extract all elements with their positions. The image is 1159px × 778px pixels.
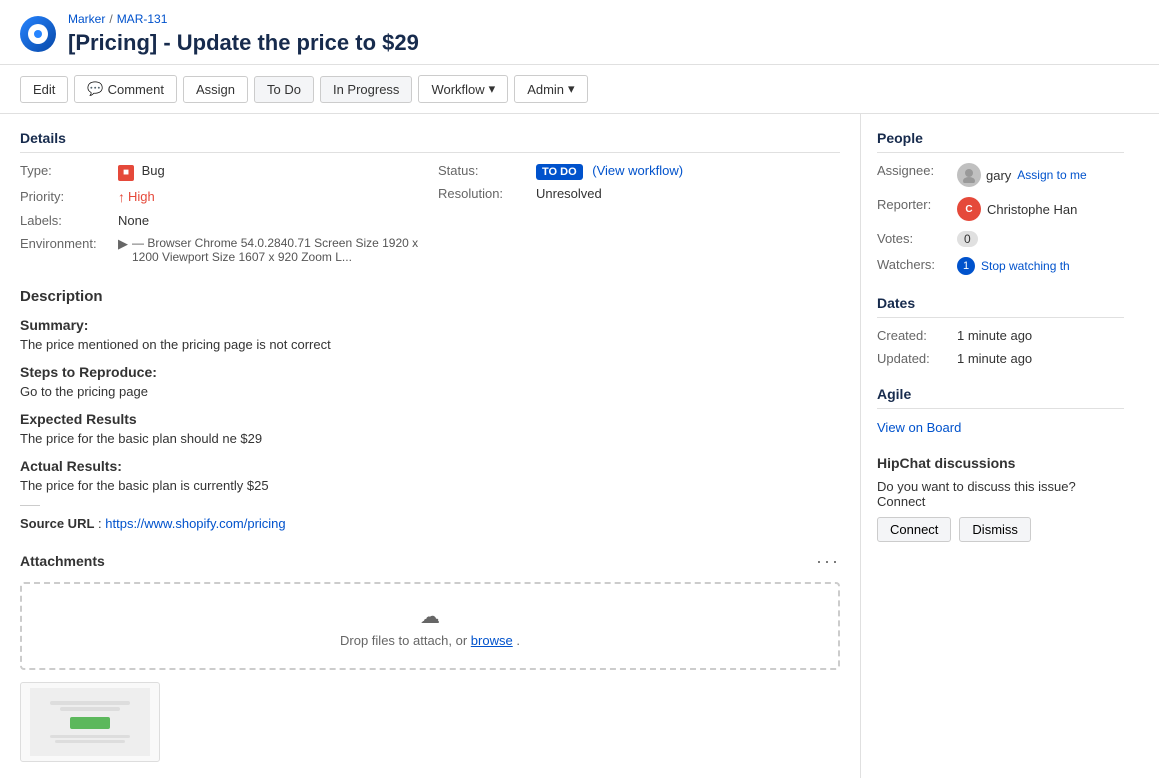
resolution-value: Unresolved: [536, 186, 602, 201]
edit-button[interactable]: Edit: [20, 76, 68, 103]
reporter-avatar: C: [957, 197, 981, 221]
hipchat-text: Do you want to discuss this issue? Conne…: [877, 479, 1124, 509]
details-section-title: Details: [20, 130, 840, 153]
view-on-board-link[interactable]: View on Board: [877, 420, 961, 435]
bug-icon: ■: [118, 165, 134, 181]
type-label: Type:: [20, 163, 110, 178]
votes-badge: 0: [957, 231, 978, 247]
type-value: ■ Bug: [118, 163, 165, 181]
reporter-label: Reporter:: [877, 197, 957, 212]
toolbar: Edit 💬 Comment Assign To Do In Progress …: [0, 65, 1159, 114]
created-value: 1 minute ago: [957, 328, 1032, 343]
expected-text: The price for the basic plan should ne $…: [20, 431, 840, 446]
comment-icon: 💬: [87, 81, 103, 97]
votes-value: 0: [957, 231, 978, 247]
updated-label: Updated:: [877, 351, 957, 366]
thumbnail-content: [26, 684, 154, 760]
steps-label: Steps to Reproduce:: [20, 364, 840, 380]
browse-link[interactable]: browse: [471, 633, 513, 648]
created-label: Created:: [877, 328, 957, 343]
admin-chevron-icon: ▾: [568, 81, 575, 97]
status-value: TO DO (View workflow): [536, 163, 683, 178]
source-url-row: Source URL : https://www.shopify.com/pri…: [20, 516, 840, 531]
source-url-label: Source URL: [20, 516, 94, 531]
dates-section-title: Dates: [877, 295, 1124, 318]
assignee-label: Assignee:: [877, 163, 957, 178]
assign-to-me-link[interactable]: Assign to me: [1017, 168, 1086, 182]
workflow-chevron-icon: ▾: [489, 81, 496, 97]
upload-icon: ☁: [42, 604, 818, 629]
priority-label: Priority:: [20, 189, 110, 204]
divider: [20, 505, 40, 506]
app-logo: [20, 16, 56, 52]
attachment-thumbnail: [20, 682, 160, 762]
agile-section-title: Agile: [877, 386, 1124, 409]
updated-value: 1 minute ago: [957, 351, 1032, 366]
attachments-more-button[interactable]: ···: [816, 551, 840, 572]
priority-arrow-icon: ↑: [118, 189, 125, 205]
breadcrumb-project[interactable]: Marker: [68, 12, 105, 26]
browse-suffix: .: [516, 633, 520, 648]
page-title: [Pricing] - Update the price to $29: [68, 30, 419, 56]
assign-button[interactable]: Assign: [183, 76, 248, 103]
status-badge: TO DO: [536, 164, 583, 180]
assignee-avatar: [957, 163, 981, 187]
environment-value: ▶ — Browser Chrome 54.0.2840.71 Screen S…: [118, 236, 422, 264]
in-progress-button[interactable]: In Progress: [320, 76, 412, 103]
priority-value: ↑ High: [118, 189, 155, 205]
dismiss-button[interactable]: Dismiss: [959, 517, 1031, 542]
status-label: Status:: [438, 163, 528, 178]
assignee-name: gary: [986, 168, 1011, 183]
description-section-title: Description: [20, 288, 840, 305]
actual-label: Actual Results:: [20, 458, 840, 474]
expected-label: Expected Results: [20, 411, 840, 427]
votes-label: Votes:: [877, 231, 957, 246]
people-section-title: People: [877, 130, 1124, 153]
source-url-link[interactable]: https://www.shopify.com/pricing: [105, 516, 285, 531]
drop-zone[interactable]: ☁ Drop files to attach, or browse .: [20, 582, 840, 670]
reporter-value: C Christophe Han: [957, 197, 1077, 221]
resolution-label: Resolution:: [438, 186, 528, 201]
breadcrumb-issue[interactable]: MAR-131: [117, 12, 168, 26]
connect-button[interactable]: Connect: [877, 517, 951, 542]
breadcrumb: Marker / MAR-131: [68, 12, 419, 26]
drop-text: Drop files to attach, or: [340, 633, 471, 648]
todo-button[interactable]: To Do: [254, 76, 314, 103]
labels-label: Labels:: [20, 213, 110, 228]
stop-watching-link[interactable]: Stop watching th: [981, 259, 1070, 273]
env-expand-icon[interactable]: ▶: [118, 236, 128, 252]
workflow-button[interactable]: Workflow ▾: [418, 75, 508, 103]
attachments-title: Attachments: [20, 553, 105, 569]
admin-button[interactable]: Admin ▾: [514, 75, 587, 103]
steps-text: Go to the pricing page: [20, 384, 840, 399]
hipchat-title: HipChat discussions: [877, 455, 1124, 471]
watchers-label: Watchers:: [877, 257, 957, 272]
view-workflow-link[interactable]: (View workflow): [592, 163, 683, 178]
environment-label: Environment:: [20, 236, 110, 251]
reporter-name: Christophe Han: [987, 202, 1077, 217]
labels-value: None: [118, 213, 149, 228]
comment-button[interactable]: 💬 Comment: [74, 75, 177, 103]
summary-label: Summary:: [20, 317, 840, 333]
watchers-badge: 1: [957, 257, 975, 275]
actual-text: The price for the basic plan is currentl…: [20, 478, 840, 493]
summary-text: The price mentioned on the pricing page …: [20, 337, 840, 352]
watchers-value: 1 Stop watching th: [957, 257, 1070, 275]
assignee-value: gary Assign to me: [957, 163, 1087, 187]
